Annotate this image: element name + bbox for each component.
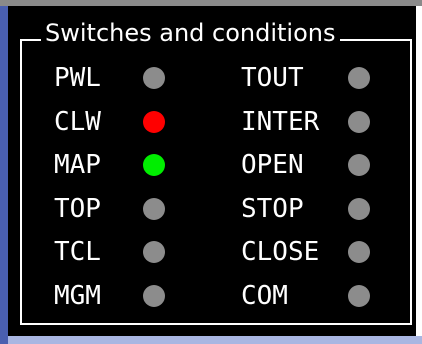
indicator-row-top: TOP bbox=[54, 191, 169, 227]
status-led-icon bbox=[143, 154, 165, 177]
window-bottom-edge bbox=[8, 336, 422, 344]
indicator-row-close: CLOSE bbox=[241, 234, 374, 270]
indicator-label: OPEN bbox=[241, 150, 304, 181]
status-led-icon bbox=[348, 197, 370, 220]
status-led-icon bbox=[143, 67, 165, 89]
indicator-label: INTER bbox=[241, 106, 320, 137]
status-led-icon bbox=[143, 241, 165, 264]
indicator-label: TOUT bbox=[241, 63, 304, 93]
indicator-label: COM bbox=[241, 281, 288, 311]
status-led-icon bbox=[143, 197, 165, 220]
indicator-row-open: OPEN bbox=[241, 147, 374, 183]
indicator-row-tcl: TCL bbox=[54, 234, 169, 270]
indicator-label: MGM bbox=[54, 281, 101, 311]
indicator-row-clw: CLW bbox=[54, 104, 169, 140]
indicator-label: STOP bbox=[241, 193, 304, 224]
indicator-row-mgm: MGM bbox=[54, 278, 169, 314]
indicator-row-map: MAP bbox=[54, 147, 169, 183]
indicator-row-com: COM bbox=[241, 278, 374, 314]
indicator-label: TCL bbox=[54, 237, 101, 268]
indicator-label: CLW bbox=[54, 106, 101, 137]
status-led-icon bbox=[348, 110, 370, 133]
indicator-label: CLOSE bbox=[241, 237, 320, 268]
indicator-row-pwl: PWL bbox=[54, 60, 169, 96]
status-led-icon bbox=[348, 285, 370, 307]
status-led-icon bbox=[348, 154, 370, 177]
indicator-row-inter: INTER bbox=[241, 104, 374, 140]
status-led-icon bbox=[143, 285, 165, 307]
indicator-label: TOP bbox=[54, 193, 101, 224]
status-led-icon bbox=[143, 110, 165, 133]
status-led-icon bbox=[348, 67, 370, 89]
switches-panel: Switches and conditions PWL CLW MAP TOP TCL M… bbox=[8, 6, 422, 336]
indicator-row-stop: STOP bbox=[241, 191, 374, 227]
group-box-title: Switches and conditions bbox=[41, 21, 340, 45]
indicator-label: MAP bbox=[54, 150, 101, 181]
indicator-row-tout: TOUT bbox=[241, 60, 374, 96]
indicator-label: PWL bbox=[54, 63, 101, 93]
window-left-edge bbox=[0, 6, 8, 344]
status-led-icon bbox=[348, 241, 370, 264]
